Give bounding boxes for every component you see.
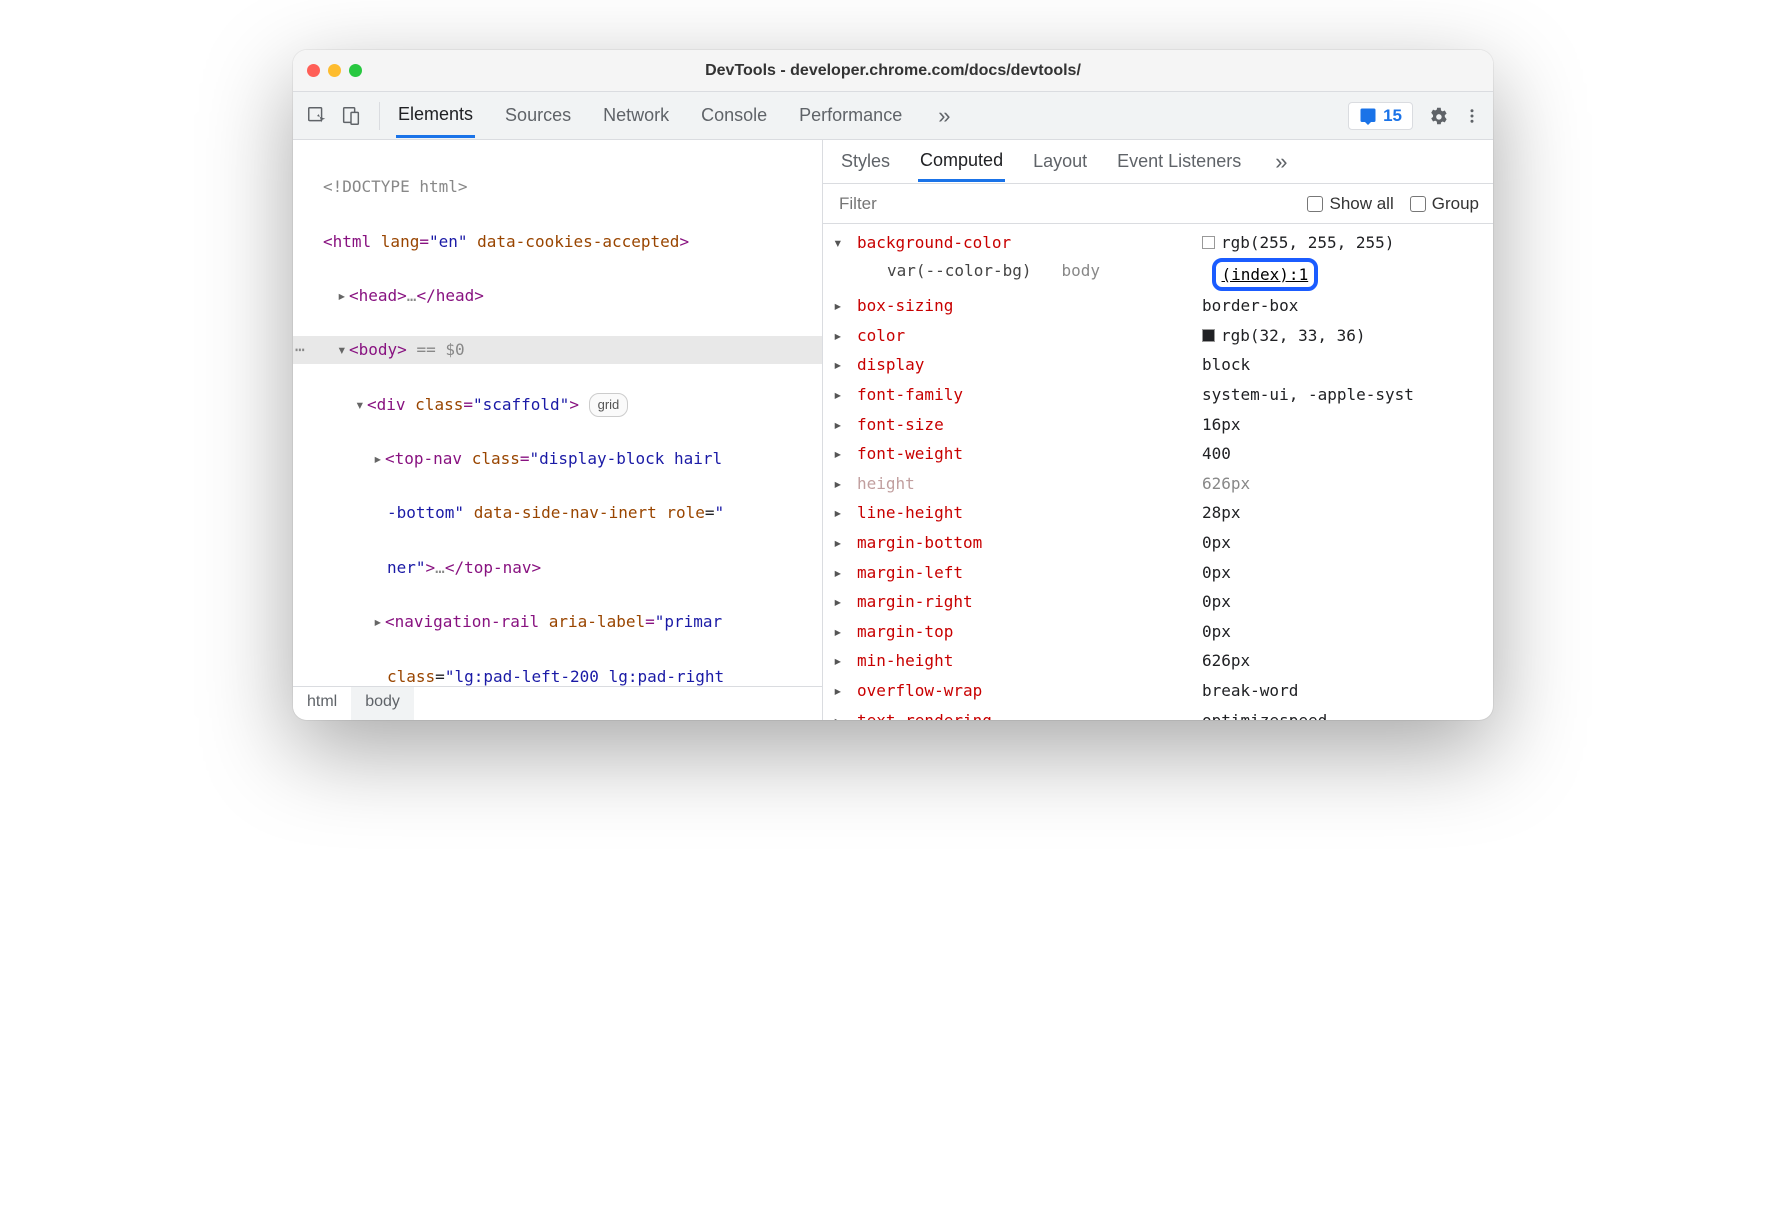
issues-count: 15 <box>1383 106 1402 126</box>
side-tab-computed[interactable]: Computed <box>918 142 1005 182</box>
titlebar: DevTools - developer.chrome.com/docs/dev… <box>293 50 1493 92</box>
inspect-icon[interactable] <box>305 104 329 128</box>
disclosure-icon[interactable]: ▸ <box>373 445 385 472</box>
breadcrumb-html[interactable]: html <box>293 687 351 720</box>
disclosure-icon[interactable]: ▸ <box>833 439 847 469</box>
group-checkbox[interactable]: Group <box>1410 194 1479 214</box>
disclosure-icon[interactable]: ▸ <box>833 646 847 676</box>
side-tab-layout[interactable]: Layout <box>1031 143 1089 180</box>
dom-html-open[interactable]: <html lang="en" data-cookies-accepted> <box>323 232 689 251</box>
issues-badge[interactable]: 15 <box>1348 102 1413 130</box>
sidebar-tabs: Styles Computed Layout Event Listeners » <box>823 140 1493 184</box>
prop-height[interactable]: ▸ height 626px <box>833 469 1483 499</box>
computed-properties: ▾ background-color rgb(255, 255, 255) va… <box>823 224 1493 720</box>
disclosure-icon[interactable]: ▸ <box>833 380 847 410</box>
disclosure-icon[interactable]: ▸ <box>337 282 349 309</box>
tab-sources[interactable]: Sources <box>503 95 573 136</box>
show-all-checkbox[interactable]: Show all <box>1307 194 1393 214</box>
prop-overflow-wrap[interactable]: ▸ overflow-wrap break-word <box>833 676 1483 706</box>
selected-var: == $0 <box>416 340 464 359</box>
disclosure-icon[interactable]: ▸ <box>833 469 847 499</box>
side-tab-styles[interactable]: Styles <box>839 143 892 180</box>
dom-doctype[interactable]: <!DOCTYPE html> <box>323 177 468 196</box>
dom-nav-rail[interactable]: <navigation-rail aria-label="primar <box>385 612 722 631</box>
disclosure-icon[interactable]: ▸ <box>833 676 847 706</box>
dom-tree[interactable]: <!DOCTYPE html> <html lang="en" data-coo… <box>293 140 822 686</box>
color-swatch-icon[interactable] <box>1202 329 1215 342</box>
elements-dom-pane: <!DOCTYPE html> <html lang="en" data-coo… <box>293 140 823 720</box>
prop-source-row[interactable]: var(--color-bg) body (index):1 <box>833 258 1483 292</box>
disclosure-icon[interactable]: ▸ <box>833 706 847 721</box>
prop-line-height[interactable]: ▸ line-height 28px <box>833 498 1483 528</box>
prop-background-color[interactable]: ▾ background-color rgb(255, 255, 255) <box>833 228 1483 258</box>
disclosure-icon[interactable]: ▸ <box>833 350 847 380</box>
disclosure-icon[interactable]: ▾ <box>337 336 349 363</box>
breadcrumb: html body <box>293 686 822 720</box>
tabs-overflow-icon[interactable]: » <box>932 103 956 129</box>
prop-margin-top[interactable]: ▸ margin-top 0px <box>833 617 1483 647</box>
settings-icon[interactable] <box>1427 105 1449 127</box>
prop-font-weight[interactable]: ▸ font-weight 400 <box>833 439 1483 469</box>
dom-scaffold[interactable]: <div class="scaffold"> <box>367 395 579 414</box>
prop-font-family[interactable]: ▸ font-family system-ui, -apple-syst <box>833 380 1483 410</box>
prop-display[interactable]: ▸ display block <box>833 350 1483 380</box>
layout-pill[interactable]: grid <box>589 393 629 417</box>
disclosure-icon[interactable]: ▸ <box>833 528 847 558</box>
disclosure-icon[interactable]: ▸ <box>833 587 847 617</box>
prop-margin-left[interactable]: ▸ margin-left 0px <box>833 558 1483 588</box>
checkbox-icon <box>1307 196 1323 212</box>
filter-input[interactable] <box>837 193 1291 215</box>
panel-tabs: Elements Sources Network Console Perform… <box>396 94 1338 138</box>
disclosure-icon[interactable]: ▸ <box>833 498 847 528</box>
device-toggle-icon[interactable] <box>339 104 363 128</box>
breadcrumb-body[interactable]: body <box>351 687 414 720</box>
selection-marker-icon: ⋯ <box>295 336 305 363</box>
tab-console[interactable]: Console <box>699 95 769 136</box>
prop-text-rendering[interactable]: ▸ text-rendering optimizespeed <box>833 706 1483 721</box>
color-swatch-icon[interactable] <box>1202 236 1215 249</box>
devtools-toolbar: Elements Sources Network Console Perform… <box>293 92 1493 140</box>
divider <box>379 102 380 130</box>
disclosure-icon[interactable]: ▸ <box>833 617 847 647</box>
prop-color[interactable]: ▸ color rgb(32, 33, 36) <box>833 321 1483 351</box>
filter-bar: Show all Group <box>823 184 1493 224</box>
dom-top-nav[interactable]: <top-nav class="display-block hairl <box>385 449 722 468</box>
side-tabs-overflow-icon[interactable]: » <box>1269 149 1293 175</box>
disclosure-icon[interactable]: ▾ <box>833 228 847 258</box>
prop-box-sizing[interactable]: ▸ box-sizing border-box <box>833 291 1483 321</box>
issues-icon <box>1359 107 1377 125</box>
dom-body[interactable]: <body> <box>349 340 407 359</box>
prop-margin-bottom[interactable]: ▸ margin-bottom 0px <box>833 528 1483 558</box>
window-title: DevTools - developer.chrome.com/docs/dev… <box>293 62 1493 80</box>
disclosure-icon[interactable]: ▸ <box>833 558 847 588</box>
disclosure-icon[interactable]: ▾ <box>355 391 367 418</box>
disclosure-icon[interactable]: ▸ <box>373 608 385 635</box>
menu-icon[interactable] <box>1463 105 1481 127</box>
styles-pane: Styles Computed Layout Event Listeners »… <box>823 140 1493 720</box>
checkbox-icon <box>1410 196 1426 212</box>
source-link[interactable]: (index):1 <box>1212 258 1319 292</box>
tab-network[interactable]: Network <box>601 95 671 136</box>
tab-performance[interactable]: Performance <box>797 95 904 136</box>
devtools-window: DevTools - developer.chrome.com/docs/dev… <box>293 50 1493 720</box>
disclosure-icon[interactable]: ▸ <box>833 321 847 351</box>
dom-head[interactable]: <head> <box>349 286 407 305</box>
tab-elements[interactable]: Elements <box>396 94 475 138</box>
prop-margin-right[interactable]: ▸ margin-right 0px <box>833 587 1483 617</box>
prop-font-size[interactable]: ▸ font-size 16px <box>833 410 1483 440</box>
disclosure-icon[interactable]: ▸ <box>833 291 847 321</box>
side-tab-event-listeners[interactable]: Event Listeners <box>1115 143 1243 180</box>
prop-min-height[interactable]: ▸ min-height 626px <box>833 646 1483 676</box>
disclosure-icon[interactable]: ▸ <box>833 410 847 440</box>
